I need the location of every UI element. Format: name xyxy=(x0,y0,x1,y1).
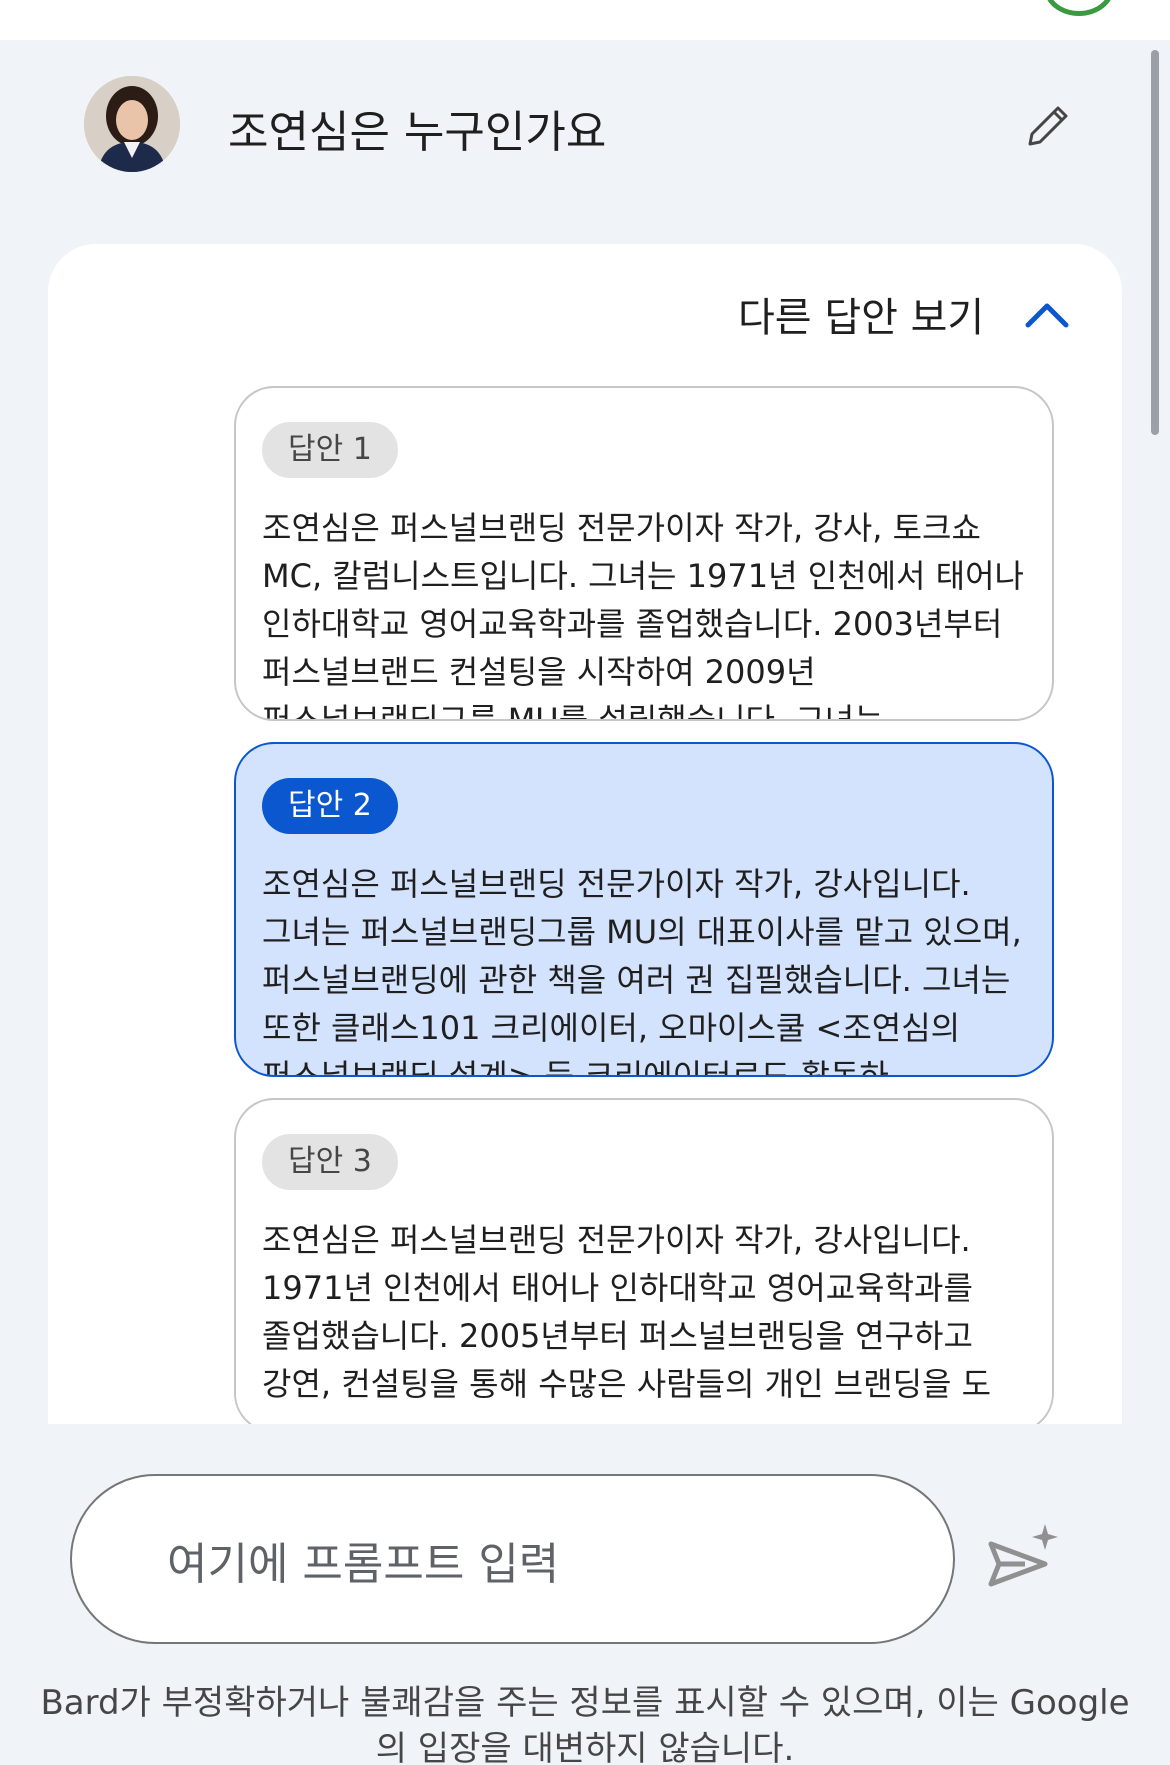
draft-card-1[interactable]: 답안 1 조연심은 퍼스널브랜딩 전문가이자 작가, 강사, 토크쇼 MC, 칼… xyxy=(234,386,1054,721)
draft-label-chip: 답안 3 xyxy=(262,1134,398,1190)
account-avatar[interactable] xyxy=(1044,0,1114,16)
draft-card-2[interactable]: 답안 2 조연심은 퍼스널브랜딩 전문가이자 작가, 강사입니다. 그녀는 퍼스… xyxy=(234,742,1054,1077)
draft-card-3[interactable]: 답안 3 조연심은 퍼스널브랜딩 전문가이자 작가, 강사입니다. 1971년 … xyxy=(234,1098,1054,1433)
prompt-input-area: 여기에 프롬프트 입력 Bard가 부정확하거나 불쾌감을 주는 정보를 표시할… xyxy=(0,1424,1170,1765)
response-panel: 다른 답안 보기 답안 1 조연심은 퍼스널브랜딩 전문가이자 작가, 강사, … xyxy=(48,244,1122,1433)
user-query-text: 조연심은 누구인가요 xyxy=(228,107,607,158)
prompt-input[interactable]: 여기에 프롬프트 입력 xyxy=(70,1474,955,1644)
drafts-toggle-label: 다른 답안 보기 xyxy=(738,295,985,341)
top-app-bar xyxy=(0,0,1170,40)
user-photo xyxy=(84,76,180,172)
draft-text: 조연심은 퍼스널브랜딩 전문가이자 작가, 강사, 토크쇼 MC, 칼럼니스트입… xyxy=(262,509,1024,721)
pencil-icon xyxy=(1028,106,1068,146)
chevron-up-icon xyxy=(1025,303,1069,328)
disclaimer-text: Bard가 부정확하거나 불쾌감을 주는 정보를 표시할 수 있으며, 이는 G… xyxy=(40,1683,1130,1765)
edit-query-button[interactable] xyxy=(1020,98,1076,154)
draft-text: 조연심은 퍼스널브랜딩 전문가이자 작가, 강사입니다. 그녀는 퍼스널브랜딩그… xyxy=(262,865,1022,1077)
draft-label-chip: 답안 2 xyxy=(262,778,398,834)
user-query-row: 조연심은 누구인가요 xyxy=(0,70,1170,180)
view-other-drafts-toggle[interactable]: 다른 답안 보기 xyxy=(738,284,1070,344)
send-sparkle-icon xyxy=(988,1524,1058,1587)
draft-text: 조연심은 퍼스널브랜딩 전문가이자 작가, 강사입니다. 1971년 인천에서 … xyxy=(262,1221,992,1403)
user-avatar xyxy=(84,76,180,172)
draft-label-chip: 답안 1 xyxy=(262,422,398,478)
prompt-placeholder: 여기에 프롬프트 입력 xyxy=(167,1539,560,1590)
send-button[interactable] xyxy=(985,1522,1060,1597)
